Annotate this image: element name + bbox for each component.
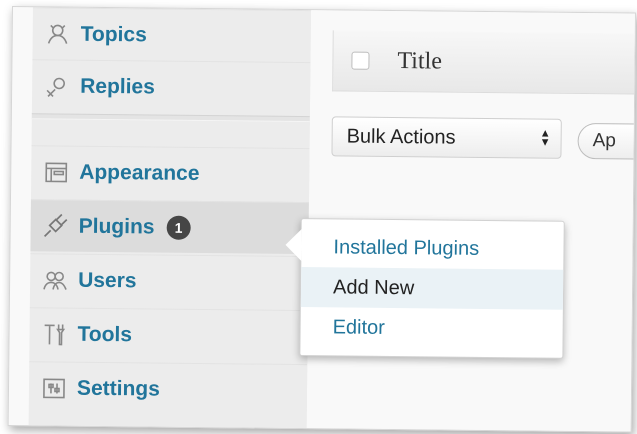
sidebar-item-appearance[interactable]: Appearance	[30, 145, 310, 201]
screenshot-frame: Topics Replies Appearance Plugins 1 User…	[7, 6, 636, 433]
sidebar-item-label: Users	[78, 268, 137, 292]
sidebar-item-topics[interactable]: Topics	[32, 7, 311, 63]
users-icon	[40, 265, 70, 295]
apply-button-label: Ap	[592, 130, 616, 152]
sidebar-item-label: Topics	[80, 22, 147, 46]
bulk-actions-select[interactable]: Bulk Actions ▲ ▼	[331, 116, 562, 159]
flyout-pointer	[285, 228, 302, 262]
sidebar-item-label: Settings	[76, 376, 160, 401]
topics-icon	[43, 19, 73, 49]
list-table-header: Title	[332, 30, 636, 95]
settings-icon	[39, 373, 69, 403]
admin-sidebar: Topics Replies Appearance Plugins 1 User…	[28, 7, 312, 429]
sidebar-item-users[interactable]: Users	[29, 253, 309, 309]
appearance-icon	[41, 157, 71, 187]
sidebar-item-label: Tools	[77, 322, 133, 346]
submenu-item-editor[interactable]: Editor	[300, 307, 562, 350]
plugins-submenu-flyout: Installed Plugins Add New Editor	[285, 218, 565, 359]
select-arrows-icon: ▲ ▼	[539, 127, 551, 149]
submenu-item-add-new[interactable]: Add New	[300, 267, 564, 310]
tools-icon	[39, 319, 69, 349]
sidebar-item-plugins[interactable]: Plugins 1	[30, 199, 309, 255]
apply-button[interactable]: Ap	[577, 122, 636, 160]
sidebar-item-label: Plugins	[78, 214, 155, 239]
sidebar-item-tools[interactable]: Tools	[29, 307, 308, 363]
sidebar-item-label: Appearance	[79, 160, 200, 185]
update-count-badge: 1	[166, 215, 191, 240]
sidebar-item-replies[interactable]: Replies	[31, 59, 311, 115]
select-all-checkbox[interactable]	[351, 51, 370, 70]
menu-separator	[31, 113, 310, 123]
plugins-icon	[41, 211, 71, 241]
sidebar-item-settings[interactable]: Settings	[28, 361, 308, 417]
title-column-header[interactable]: Title	[397, 48, 442, 75]
sidebar-item-label: Replies	[80, 74, 155, 98]
bulk-actions-value: Bulk Actions	[346, 125, 456, 149]
replies-icon	[42, 71, 72, 101]
submenu-item-installed-plugins[interactable]: Installed Plugins	[301, 227, 563, 270]
